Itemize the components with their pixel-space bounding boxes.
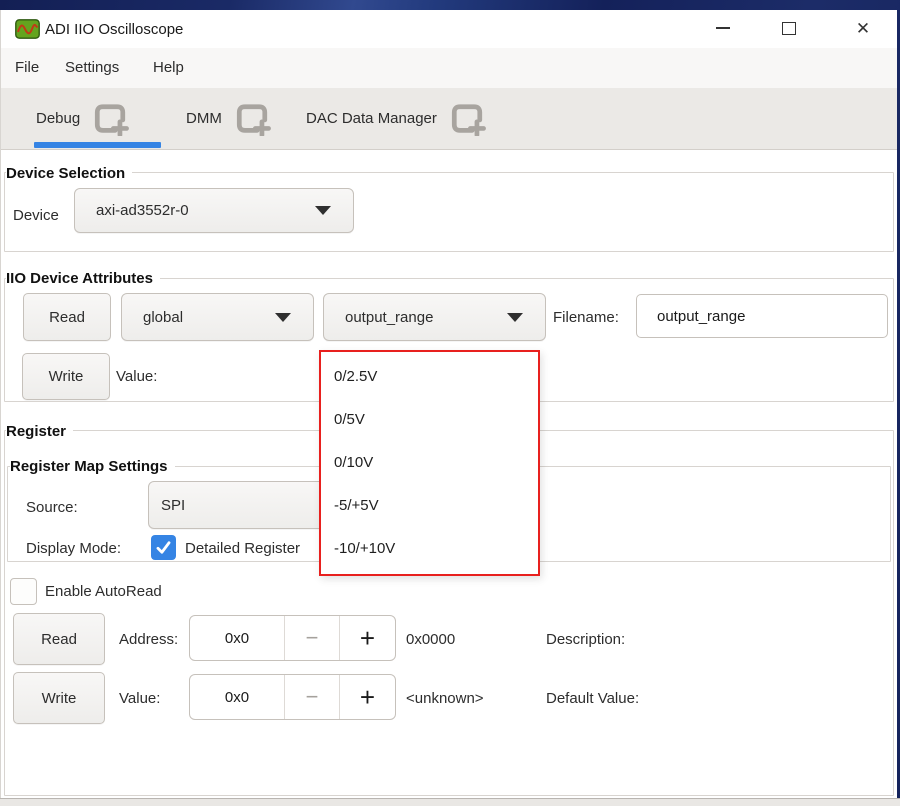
address-hex-value: 0x0000 [406, 631, 455, 648]
attribute-name-combobox[interactable]: output_range [323, 293, 546, 341]
popout-plus-icon[interactable] [92, 102, 129, 136]
active-tab-indicator [34, 142, 161, 148]
device-label: Device [13, 207, 59, 224]
maximize-button[interactable] [774, 12, 804, 44]
app-window: ADI IIO Oscilloscope ✕ File Settings Hel… [0, 10, 897, 798]
attribute-value-label: Value: [116, 368, 157, 385]
tab-dmm-label: DMM [186, 110, 222, 127]
register-write-label: Write [42, 690, 77, 707]
tab-dac-data-manager[interactable]: DAC Data Manager [306, 88, 486, 149]
value-increment-button[interactable]: + [339, 675, 395, 719]
desktop-background: ADI IIO Oscilloscope ✕ File Settings Hel… [0, 0, 900, 806]
attribute-dropdown-popup: 0/2.5V 0/5V 0/10V -5/+5V -10/+10V [319, 350, 540, 576]
source-label: Source: [26, 499, 78, 516]
value-display: <unknown> [406, 690, 484, 707]
attribute-name-value: output_range [324, 309, 507, 326]
dropdown-option[interactable]: -5/+5V [321, 484, 538, 527]
filename-input-value: output_range [637, 308, 745, 325]
dropdown-option[interactable]: 0/5V [321, 398, 538, 441]
value-decrement-button[interactable]: − [284, 675, 339, 719]
maximize-icon [782, 22, 796, 35]
attribute-read-label: Read [49, 309, 85, 326]
tab-debug-label: Debug [36, 110, 80, 127]
value-input[interactable]: 0x0 [190, 675, 284, 719]
chevron-down-icon [275, 313, 291, 322]
attribute-write-button[interactable]: Write [22, 353, 110, 400]
dropdown-option[interactable]: 0/2.5V [321, 355, 538, 398]
description-label: Description: [546, 631, 625, 648]
attribute-write-label: Write [49, 368, 84, 385]
enable-autoread-checkbox[interactable] [10, 578, 37, 605]
close-button[interactable]: ✕ [848, 12, 878, 44]
address-label: Address: [119, 631, 178, 648]
minimize-icon [716, 27, 730, 29]
window-bottom-edge [0, 798, 900, 806]
display-mode-label: Display Mode: [26, 540, 121, 557]
filename-label: Filename: [553, 309, 619, 326]
register-value-label: Value: [119, 690, 160, 707]
popout-plus-icon[interactable] [449, 102, 486, 136]
menu-bar: File Settings Help [1, 48, 897, 88]
tab-bar: Debug DMM DAC Data Manager [1, 88, 897, 150]
detailed-register-option-label: Detailed Register [185, 540, 300, 557]
menu-settings[interactable]: Settings [65, 48, 119, 88]
device-combobox[interactable]: axi-ad3552r-0 [74, 188, 354, 233]
menu-file[interactable]: File [15, 48, 39, 88]
chevron-down-icon [507, 313, 523, 322]
attribute-category-combobox[interactable]: global [121, 293, 314, 341]
detailed-register-checkbox[interactable] [151, 535, 176, 560]
device-selection-title: Device Selection [6, 165, 132, 182]
dropdown-option[interactable]: 0/10V [321, 441, 538, 484]
menu-help[interactable]: Help [153, 48, 184, 88]
close-icon: ✕ [856, 20, 870, 37]
address-input[interactable]: 0x0 [190, 616, 284, 660]
filename-input[interactable]: output_range [636, 294, 888, 338]
tab-dac-label: DAC Data Manager [306, 110, 437, 127]
attribute-read-button[interactable]: Read [23, 293, 111, 341]
window-title: ADI IIO Oscilloscope [45, 21, 183, 38]
device-combobox-value: axi-ad3552r-0 [75, 202, 315, 219]
register-write-button[interactable]: Write [13, 672, 105, 724]
register-title: Register [6, 423, 73, 440]
enable-autoread-label: Enable AutoRead [45, 583, 162, 600]
checkmark-icon [154, 538, 173, 557]
dropdown-option[interactable]: -10/+10V [321, 527, 538, 570]
address-increment-button[interactable]: + [339, 616, 395, 660]
iio-attributes-title: IIO Device Attributes [6, 270, 160, 287]
attribute-category-value: global [122, 309, 275, 326]
register-read-button[interactable]: Read [13, 613, 105, 665]
minimize-button[interactable] [708, 12, 738, 44]
chevron-down-icon [315, 206, 331, 215]
register-read-label: Read [41, 631, 77, 648]
popout-plus-icon[interactable] [234, 102, 271, 136]
title-bar: ADI IIO Oscilloscope ✕ [1, 10, 897, 48]
value-spinbutton: 0x0 − + [189, 674, 396, 720]
app-oscilloscope-icon [15, 19, 40, 39]
address-decrement-button[interactable]: − [284, 616, 339, 660]
tab-debug[interactable]: Debug [36, 88, 129, 149]
default-value-label: Default Value: [546, 690, 639, 707]
tab-dmm[interactable]: DMM [186, 88, 271, 149]
register-map-settings-title: Register Map Settings [10, 458, 175, 475]
address-spinbutton: 0x0 − + [189, 615, 396, 661]
